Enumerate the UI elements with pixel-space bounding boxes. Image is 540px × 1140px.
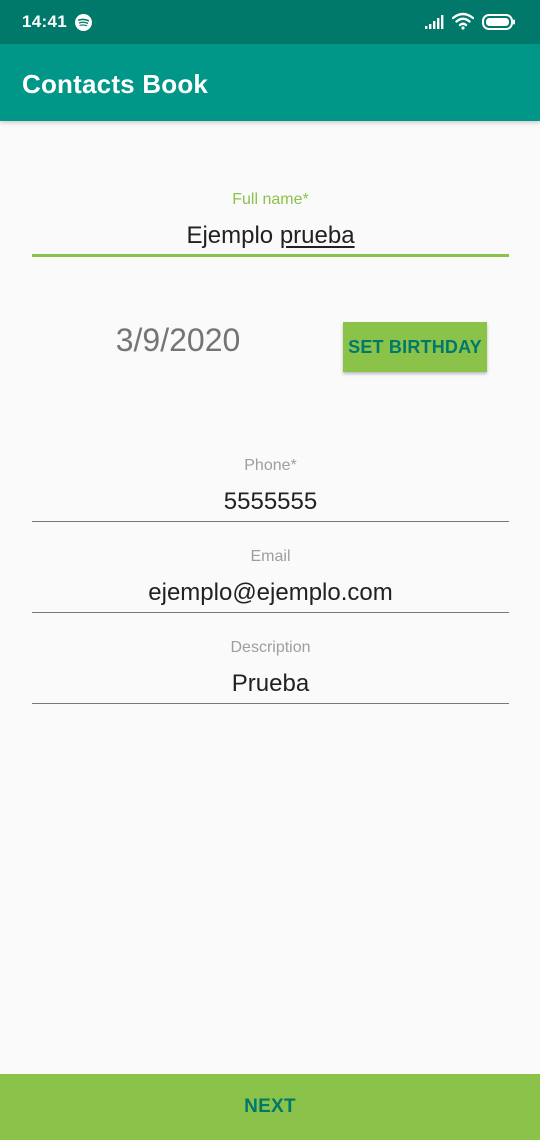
status-time: 14:41 (22, 12, 67, 31)
app-bar: Contacts Book (0, 44, 540, 121)
set-birthday-button[interactable]: SET BIRTHDAY (343, 322, 487, 372)
phone-label: Phone* (244, 457, 297, 474)
description-input[interactable]: Prueba (32, 670, 509, 698)
description-label: Description (230, 639, 311, 656)
phone-field[interactable]: Phone* 5555555 (32, 455, 509, 523)
email-underline (32, 612, 509, 613)
full-name-value-first: Ejemplo (186, 222, 274, 249)
birthday-value: 3/9/2020 (115, 322, 241, 358)
description-field[interactable]: Description Prueba (32, 637, 509, 705)
signal-icon (425, 15, 444, 29)
full-name-label: Full name* (232, 191, 309, 208)
phone-underline (32, 521, 509, 522)
full-name-input[interactable]: Ejemplo prueba (32, 222, 509, 250)
description-underline (32, 703, 509, 704)
full-name-underline (32, 254, 509, 257)
email-input[interactable]: ejemplo@ejemplo.com (32, 579, 509, 607)
full-name-field[interactable]: Full name* Ejemplo prueba (32, 188, 509, 260)
email-field[interactable]: Email ejemplo@ejemplo.com (32, 546, 509, 614)
full-name-value-second: prueba (279, 222, 355, 249)
status-bar: 14:41 (0, 0, 540, 44)
spotify-icon (75, 14, 92, 31)
wifi-icon (452, 12, 474, 30)
battery-icon (482, 14, 515, 30)
email-label: Email (250, 548, 291, 565)
phone-input[interactable]: 5555555 (32, 488, 509, 516)
app-title: Contacts Book (22, 69, 209, 99)
next-button[interactable]: NEXT (0, 1074, 540, 1140)
